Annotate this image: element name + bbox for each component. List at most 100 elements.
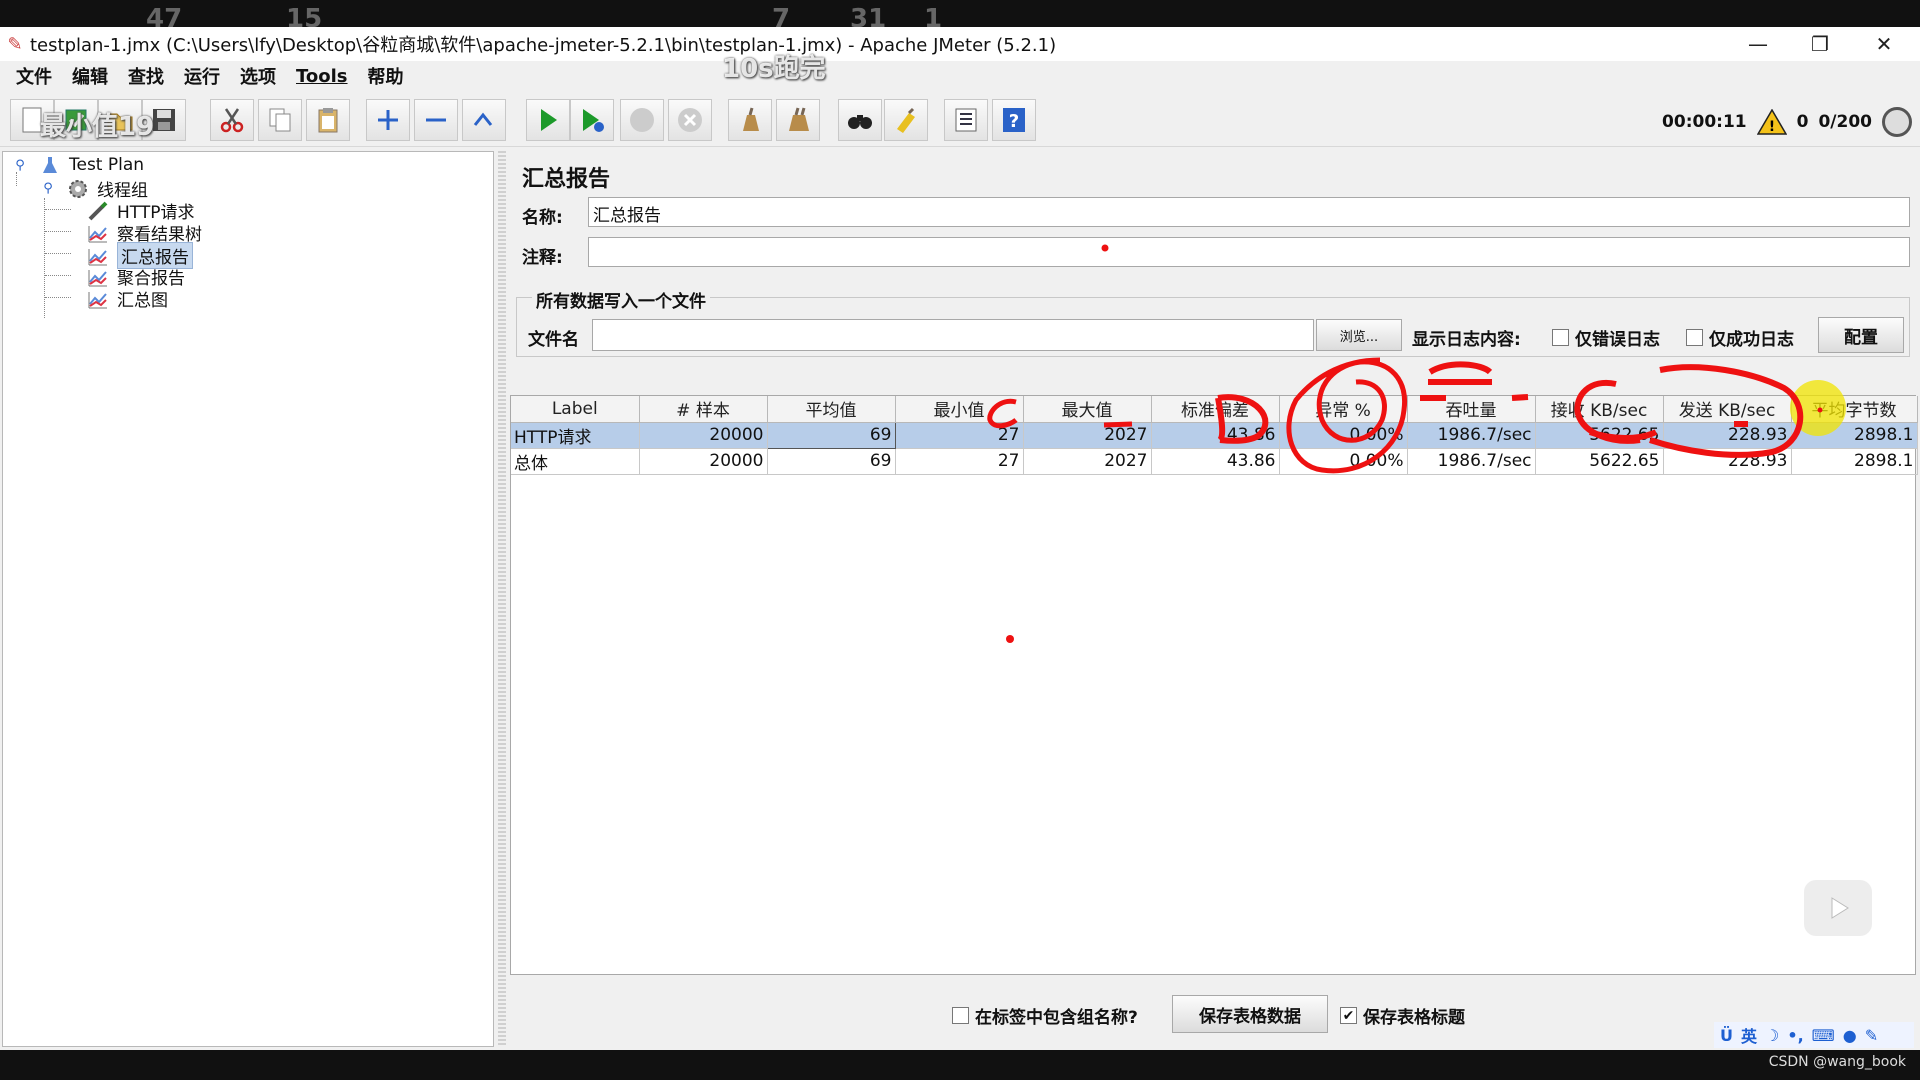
ime-logo-icon: Ü xyxy=(1720,1025,1733,1045)
stop-button[interactable] xyxy=(620,99,664,141)
column-header[interactable]: 接收 KB/sec xyxy=(1535,396,1664,423)
table-cell[interactable]: 228.93 xyxy=(1663,422,1792,449)
tree-node-summary-graph[interactable]: 汇总图 xyxy=(87,286,168,311)
toggle-icon xyxy=(473,112,493,126)
column-header[interactable]: 平均值 xyxy=(767,396,896,423)
table-cell[interactable]: 2898.1 xyxy=(1791,448,1918,475)
table-cell[interactable]: 27 xyxy=(895,448,1024,475)
column-header[interactable]: Label xyxy=(511,396,640,423)
column-header[interactable]: 最大值 xyxy=(1023,396,1152,423)
checkbox-box-checked[interactable]: ✔ xyxy=(1340,1007,1357,1024)
start-button[interactable] xyxy=(526,99,570,141)
paste-button[interactable] xyxy=(306,99,350,141)
menu-run[interactable]: 运行 xyxy=(174,63,230,89)
browse-button[interactable]: 浏览... xyxy=(1316,319,1402,351)
table-cell[interactable]: 20000 xyxy=(639,422,768,449)
play-icon xyxy=(541,109,557,131)
table-cell[interactable]: 0.00% xyxy=(1279,448,1408,475)
table-cell[interactable]: 43.86 xyxy=(1151,422,1280,449)
checkbox-box[interactable] xyxy=(1686,329,1703,346)
start-no-pauses-button[interactable] xyxy=(570,99,614,141)
checkbox-box[interactable] xyxy=(1552,329,1569,346)
table-cell[interactable]: 27 xyxy=(895,422,1024,449)
errors-only-checkbox[interactable]: 仅错误日志 xyxy=(1552,325,1660,350)
table-cell[interactable]: 43.86 xyxy=(1151,448,1280,475)
floppy-disk-icon xyxy=(153,109,175,131)
table-cell[interactable]: 69 xyxy=(766,421,896,449)
clear-all-button[interactable] xyxy=(776,99,820,141)
clear-button[interactable] xyxy=(728,99,772,141)
column-header[interactable]: 最小值 xyxy=(895,396,1024,423)
table-row[interactable]: 总体 20000 69 27 2027 43.86 0.00% 1986.7/s… xyxy=(511,448,1918,475)
column-header[interactable]: 发送 KB/sec xyxy=(1663,396,1792,423)
column-header[interactable]: 吞吐量 xyxy=(1407,396,1536,423)
checkbox-box[interactable] xyxy=(952,1007,969,1024)
minimize-button[interactable]: — xyxy=(1728,27,1788,61)
open-button[interactable] xyxy=(98,99,142,141)
clipboard-icon xyxy=(318,108,338,133)
table-cell[interactable]: 228.93 xyxy=(1663,448,1792,475)
menu-tools[interactable]: Tools xyxy=(286,66,358,87)
column-header[interactable]: 异常 % xyxy=(1279,396,1408,423)
ime-language[interactable]: 英 xyxy=(1741,1023,1757,1047)
table-cell[interactable]: 2027 xyxy=(1023,448,1152,475)
help-button[interactable]: ? xyxy=(992,99,1036,141)
column-header[interactable]: 标准偏差 xyxy=(1151,396,1280,423)
table-cell[interactable]: 69 xyxy=(767,448,896,475)
name-input[interactable]: 汇总报告 xyxy=(588,197,1910,227)
toggle-button[interactable] xyxy=(462,99,506,141)
collapse-all-button[interactable] xyxy=(414,99,458,141)
panel-splitter[interactable] xyxy=(498,151,506,1047)
title-bar: ✎ testplan-1.jmx (C:\Users\lfy\Desktop\谷… xyxy=(0,27,1920,61)
copy-button[interactable] xyxy=(258,99,302,141)
new-file-icon xyxy=(22,107,42,133)
menu-edit[interactable]: 编辑 xyxy=(62,63,118,89)
table-cell[interactable]: HTTP请求 xyxy=(511,422,640,449)
column-header[interactable]: # 样本 xyxy=(639,396,768,423)
save-table-data-button[interactable]: 保存表格数据 xyxy=(1172,995,1328,1033)
new-button[interactable] xyxy=(10,99,54,141)
table-cell[interactable]: 0.00% xyxy=(1279,422,1408,449)
restore-button[interactable]: ❐ xyxy=(1790,27,1850,61)
close-button[interactable]: ✕ xyxy=(1854,27,1914,61)
save-button[interactable] xyxy=(142,99,186,141)
warning-icon[interactable]: ! xyxy=(1756,109,1787,135)
warning-count: 0 xyxy=(1796,112,1809,132)
table-row[interactable]: HTTP请求 20000 69 27 2027 43.86 0.00% 1986… xyxy=(511,421,1918,449)
pipette-icon xyxy=(87,200,109,222)
configure-button[interactable]: 配置 xyxy=(1818,317,1904,353)
table-cell[interactable]: 5622.65 xyxy=(1535,448,1664,475)
expand-toggle-icon[interactable]: ⚲ xyxy=(9,154,31,176)
save-table-header-checkbox[interactable]: ✔ 保存表格标题 xyxy=(1340,1003,1465,1028)
table-cell[interactable]: 总体 xyxy=(511,448,640,475)
table-cell[interactable]: 2027 xyxy=(1023,422,1152,449)
table-cell[interactable]: 20000 xyxy=(639,448,768,475)
expand-toggle-icon[interactable]: ⚲ xyxy=(37,178,59,200)
ime-toolbar[interactable]: Ü 英 ☽ •, ⌨ ● ✎ xyxy=(1714,1022,1914,1048)
stop-icon xyxy=(630,108,654,132)
include-group-name-checkbox[interactable]: 在标签中包含组名称? xyxy=(952,1003,1138,1028)
comment-input[interactable] xyxy=(588,237,1910,267)
expand-all-button[interactable] xyxy=(366,99,410,141)
reset-search-button[interactable] xyxy=(884,99,928,141)
function-helper-button[interactable] xyxy=(944,99,988,141)
success-only-checkbox[interactable]: 仅成功日志 xyxy=(1686,325,1794,350)
column-header[interactable]: 平均字节数 xyxy=(1791,396,1918,423)
remote-status-icon xyxy=(1882,107,1912,137)
shutdown-button[interactable] xyxy=(668,99,712,141)
templates-button[interactable] xyxy=(54,99,98,141)
cut-button[interactable] xyxy=(210,99,254,141)
tree-node-test-plan[interactable]: ⚲ Test Plan xyxy=(9,154,144,176)
menu-file[interactable]: 文件 xyxy=(6,63,62,89)
menu-options[interactable]: 选项 xyxy=(230,63,286,89)
table-cell[interactable]: 1986.7/sec xyxy=(1407,448,1536,475)
menu-search[interactable]: 查找 xyxy=(118,63,174,89)
table-cell[interactable]: 2898.1 xyxy=(1791,422,1918,449)
menu-help[interactable]: 帮助 xyxy=(358,63,414,89)
table-cell[interactable]: 5622.65 xyxy=(1535,422,1664,449)
search-button[interactable] xyxy=(838,99,882,141)
csdn-watermark: CSDN @wang_book xyxy=(1768,1054,1906,1070)
help-icon: ? xyxy=(1003,108,1025,132)
filename-input[interactable] xyxy=(592,319,1314,351)
table-cell[interactable]: 1986.7/sec xyxy=(1407,422,1536,449)
